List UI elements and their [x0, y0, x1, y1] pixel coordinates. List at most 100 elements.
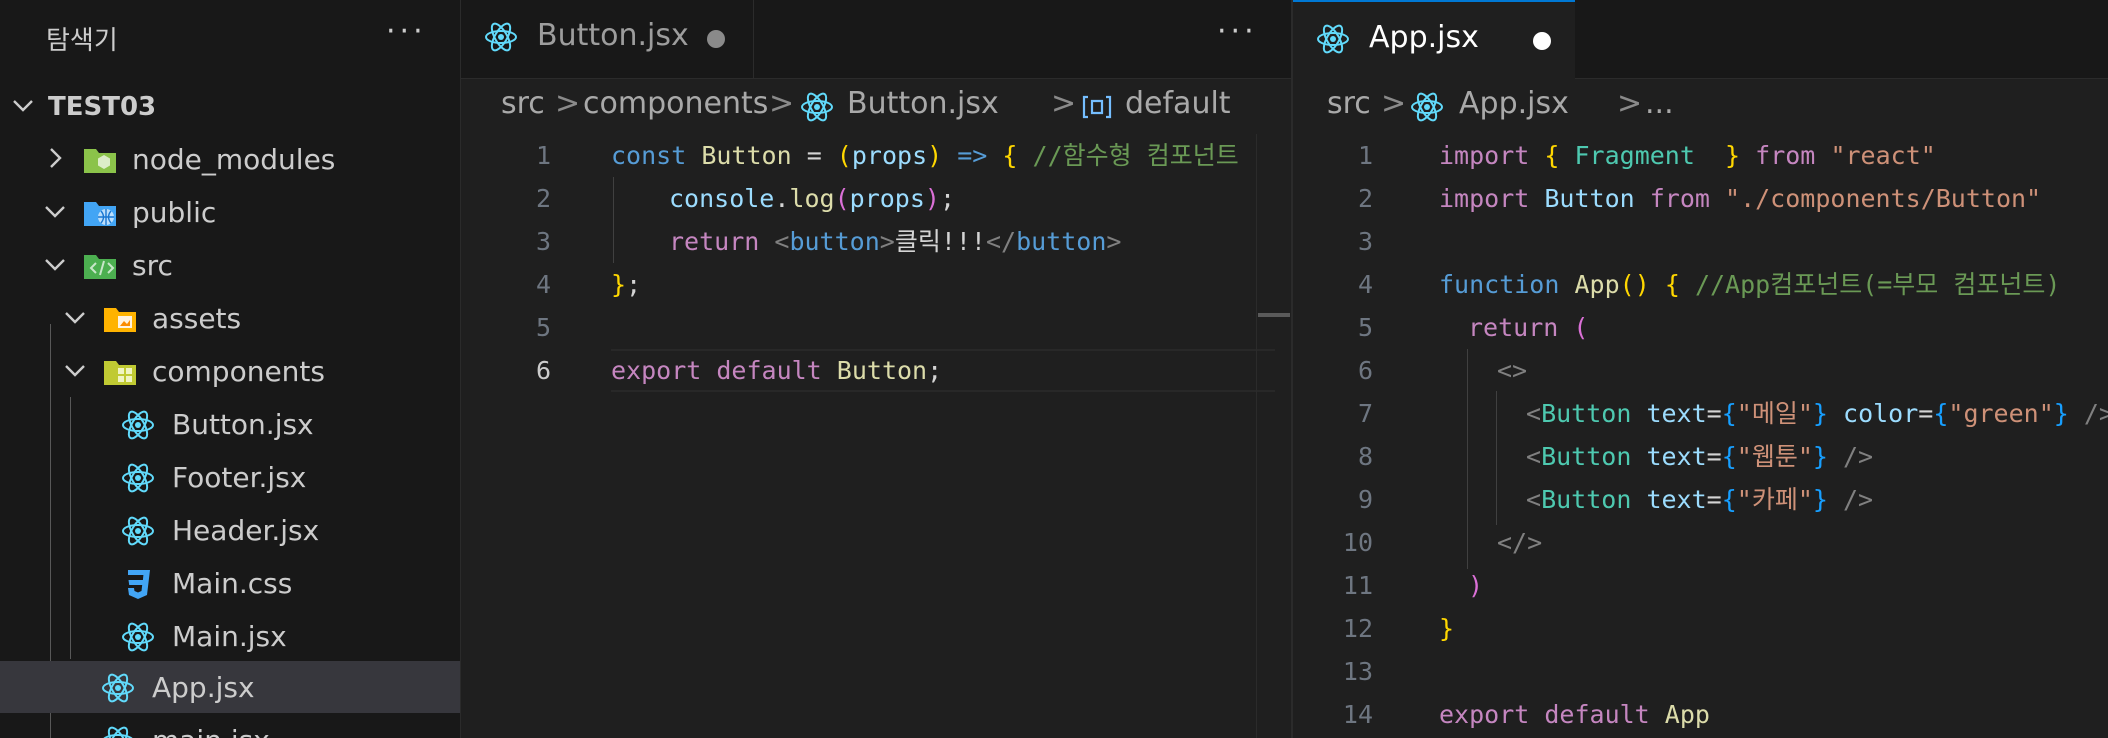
line-number: 10 — [1342, 528, 1373, 557]
line-number: 5 — [535, 313, 551, 342]
breadcrumb: src > components > Button.jsx > default — [501, 82, 1281, 128]
react-icon — [120, 461, 156, 495]
assets-folder-icon — [102, 302, 138, 336]
tab-label: App.jsx — [1369, 20, 1479, 55]
chevron-right-icon: > — [1051, 86, 1077, 121]
line-number: 1 — [535, 141, 551, 170]
tree-item-footer-jsx[interactable]: Footer.jsx — [0, 451, 460, 503]
line-number: 14 — [1342, 700, 1373, 729]
tree-item-label: App.jsx — [152, 671, 255, 704]
code-line: return <button>클릭!!!</button> — [669, 227, 1122, 256]
code-line: return ( — [1468, 313, 1589, 342]
more-actions-icon[interactable]: ··· — [386, 14, 427, 49]
react-icon — [1315, 22, 1351, 56]
tree-item-label: Main.jsx — [172, 620, 287, 653]
tree-item-label: main.jsx — [152, 724, 270, 738]
react-icon — [120, 514, 156, 548]
code-line: const Button = (props) => { //함수형 컴포넌트 — [611, 141, 1239, 170]
node-folder-icon — [82, 143, 118, 177]
project-root[interactable]: TEST03 — [0, 84, 460, 128]
breadcrumb-item[interactable]: src — [501, 86, 545, 121]
tree-item-node-modules[interactable]: node_modules — [0, 133, 460, 185]
right-tab-bar: App.jsx — [1293, 0, 2108, 80]
line-number: 7 — [1357, 399, 1373, 428]
line-number: 11 — [1342, 571, 1373, 600]
explorer-sidebar: 탐색기 ··· TEST03 node_modules public src a… — [0, 0, 461, 738]
line-number: 4 — [1357, 270, 1373, 299]
line-number: 5 — [1357, 313, 1373, 342]
tree-item-main-jsx-lower[interactable]: main.jsx — [0, 714, 460, 738]
code-line: <> — [1497, 356, 1528, 385]
line-number: 3 — [535, 227, 551, 256]
components-folder-icon — [102, 355, 138, 389]
tree-item-main-jsx[interactable]: Main.jsx — [0, 610, 460, 662]
chevron-down-icon — [62, 304, 88, 330]
chevron-right-icon: > — [1617, 86, 1643, 121]
line-number: 6 — [1357, 356, 1373, 385]
breadcrumb: src > App.jsx > ... — [1327, 82, 2087, 128]
breadcrumb-item[interactable]: components — [583, 86, 768, 121]
code-line: </> — [1497, 528, 1543, 557]
left-tab-bar: Button.jsx ··· — [461, 0, 1291, 79]
tree-item-label: assets — [152, 302, 242, 335]
indent-guide — [1467, 349, 1468, 569]
left-editor-group: Button.jsx ··· src > components > Button… — [461, 0, 1291, 738]
tree-item-label: Main.css — [172, 567, 293, 600]
breadcrumb-item[interactable]: ... — [1645, 86, 1674, 121]
line-number: 13 — [1342, 657, 1373, 686]
tree-item-label: components — [152, 355, 325, 388]
code-line: ) — [1468, 571, 1484, 600]
chevron-right-icon: > — [1381, 86, 1407, 121]
tree-item-header-jsx[interactable]: Header.jsx — [0, 504, 460, 556]
explorer-header: 탐색기 ··· — [0, 0, 460, 78]
chevron-right-icon — [42, 145, 68, 171]
chevron-down-icon — [42, 198, 68, 224]
more-actions-icon[interactable]: ··· — [1217, 14, 1258, 49]
tab-button-jsx[interactable]: Button.jsx — [461, 0, 754, 78]
code-line: export default Button; — [611, 356, 943, 385]
tree-item-label: public — [132, 196, 217, 229]
code-line: <Button text={"웹툰"} /> — [1526, 442, 1874, 471]
modified-dot-icon[interactable] — [707, 30, 725, 48]
tree-item-public[interactable]: public — [0, 186, 460, 238]
modified-dot-icon[interactable] — [1533, 32, 1551, 50]
globe-folder-icon — [82, 196, 118, 230]
chevron-right-icon: > — [769, 86, 795, 121]
line-number: 2 — [535, 184, 551, 213]
symbol-variable-icon — [1081, 92, 1113, 122]
indent-guide — [1496, 391, 1497, 525]
code-line: }; — [611, 270, 642, 299]
breadcrumb-item[interactable]: default — [1125, 86, 1231, 121]
code-line: <Button text={"카페"} /> — [1526, 485, 1874, 514]
indent-guide — [613, 177, 614, 263]
tree-item-components[interactable]: components — [0, 345, 460, 397]
breadcrumb-item[interactable]: src — [1327, 86, 1371, 121]
tab-label: Button.jsx — [537, 18, 689, 53]
chevron-down-icon — [42, 251, 68, 277]
line-number: 2 — [1357, 184, 1373, 213]
tree-item-assets[interactable]: assets — [0, 292, 460, 344]
code-line: import { Fragment } from "react" — [1439, 141, 1936, 170]
tree-item-label: node_modules — [132, 143, 336, 176]
minimap-border — [1256, 134, 1257, 738]
minimap-slider[interactable] — [1258, 313, 1290, 317]
breadcrumb-item[interactable]: App.jsx — [1459, 86, 1569, 121]
explorer-title: 탐색기 — [46, 26, 118, 56]
tree-item-src[interactable]: src — [0, 239, 460, 291]
tree-item-main-css[interactable]: Main.css — [0, 557, 460, 609]
line-number: 6 — [535, 356, 551, 385]
tab-app-jsx[interactable]: App.jsx — [1293, 0, 1575, 80]
react-icon — [120, 408, 156, 442]
line-number: 4 — [535, 270, 551, 299]
tree-item-button-jsx[interactable]: Button.jsx — [0, 398, 460, 450]
breadcrumb-item[interactable]: Button.jsx — [847, 86, 999, 121]
line-number: 3 — [1357, 227, 1373, 256]
code-line: import Button from "./components/Button" — [1439, 184, 2042, 213]
tree-item-label: Button.jsx — [172, 408, 314, 441]
line-number: 9 — [1357, 485, 1373, 514]
line-number: 1 — [1357, 141, 1373, 170]
css-icon — [120, 567, 156, 601]
code-line: console.log(props); — [669, 184, 956, 213]
tree-item-app-jsx[interactable]: App.jsx — [0, 661, 460, 713]
line-number: 12 — [1342, 614, 1373, 643]
